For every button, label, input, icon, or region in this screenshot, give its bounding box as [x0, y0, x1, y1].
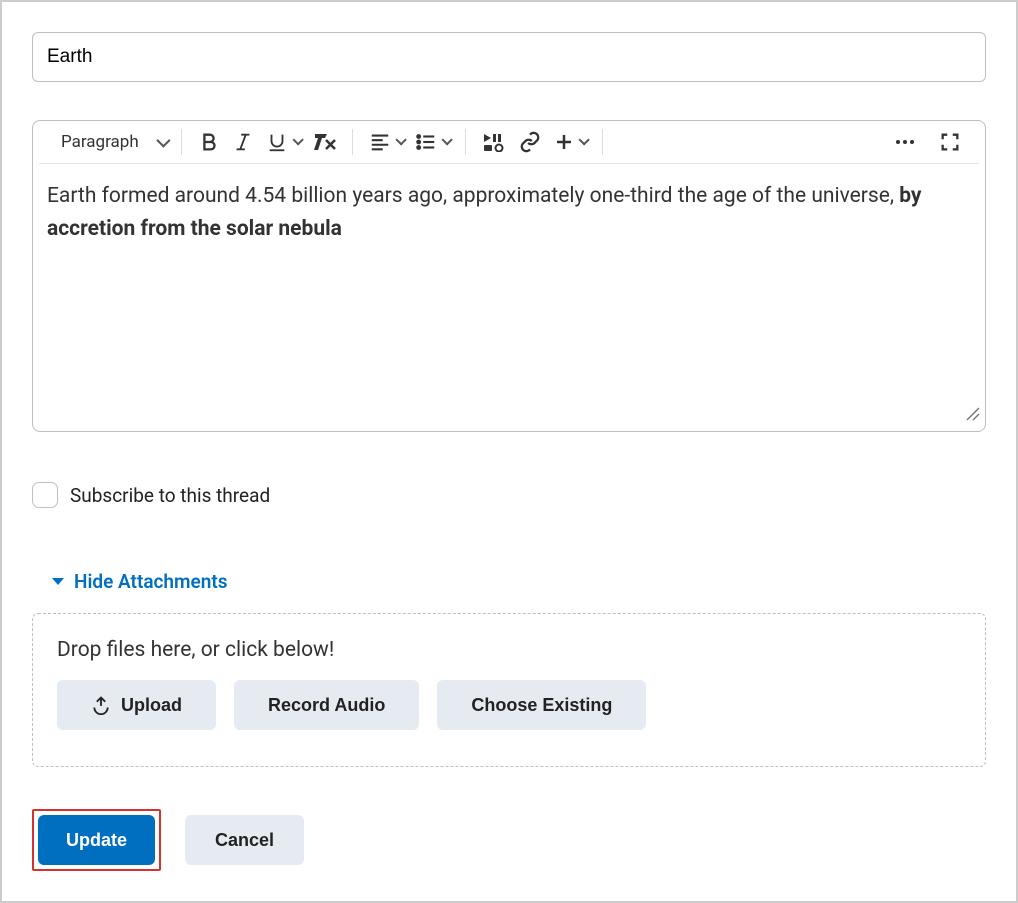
upload-icon	[91, 695, 111, 715]
paragraph-style-label: Paragraph	[61, 132, 139, 152]
dropzone-prompt: Drop files here, or click below!	[57, 638, 961, 662]
clear-formatting-button[interactable]	[306, 128, 342, 156]
chevron-down-icon	[156, 134, 170, 148]
upload-button[interactable]: Upload	[57, 680, 216, 730]
edit-post-panel: Paragraph	[0, 0, 1018, 903]
subscribe-label: Subscribe to this thread	[70, 484, 270, 507]
insert-more-button[interactable]	[548, 128, 592, 156]
fullscreen-button[interactable]	[933, 127, 967, 157]
link-button[interactable]	[512, 127, 548, 157]
underline-button[interactable]	[260, 127, 306, 157]
update-button[interactable]: Update	[38, 815, 155, 865]
record-audio-label: Record Audio	[268, 695, 385, 716]
subscribe-checkbox[interactable]	[32, 482, 58, 508]
title-input[interactable]	[32, 32, 986, 82]
chevron-down-icon	[578, 134, 589, 145]
highlight-frame: Update	[32, 809, 161, 871]
attachments-toggle-label: Hide Attachments	[74, 570, 228, 593]
bold-button[interactable]	[192, 127, 226, 157]
align-button[interactable]	[363, 128, 409, 156]
action-row: Update Cancel	[32, 809, 986, 871]
dropzone-buttons: Upload Record Audio Choose Existing	[57, 680, 961, 730]
resize-handle-icon[interactable]	[965, 406, 981, 427]
editor-toolbar: Paragraph	[39, 121, 979, 164]
attachments-toggle[interactable]: Hide Attachments	[52, 570, 228, 593]
list-button[interactable]	[409, 128, 455, 156]
insert-media-button[interactable]	[476, 128, 512, 156]
choose-existing-button[interactable]: Choose Existing	[437, 680, 646, 730]
italic-button[interactable]	[226, 127, 260, 157]
chevron-down-icon	[395, 134, 406, 145]
editor-body[interactable]: Earth formed around 4.54 billion years a…	[33, 164, 985, 431]
paragraph-style-dropdown[interactable]: Paragraph	[57, 128, 171, 156]
caret-down-icon	[52, 578, 64, 585]
record-audio-button[interactable]: Record Audio	[234, 680, 419, 730]
attachments-dropzone[interactable]: Drop files here, or click below! Upload …	[32, 613, 986, 767]
cancel-button[interactable]: Cancel	[185, 815, 304, 865]
choose-existing-label: Choose Existing	[471, 695, 612, 716]
subscribe-row: Subscribe to this thread	[32, 482, 986, 508]
more-options-button[interactable]	[887, 128, 923, 156]
body-text: Earth formed around 4.54 billion years a…	[47, 184, 899, 208]
chevron-down-icon	[292, 134, 303, 145]
rich-text-editor: Paragraph	[32, 120, 986, 432]
toolbar-separator	[602, 129, 603, 155]
chevron-down-icon	[441, 134, 452, 145]
upload-label: Upload	[121, 695, 182, 716]
